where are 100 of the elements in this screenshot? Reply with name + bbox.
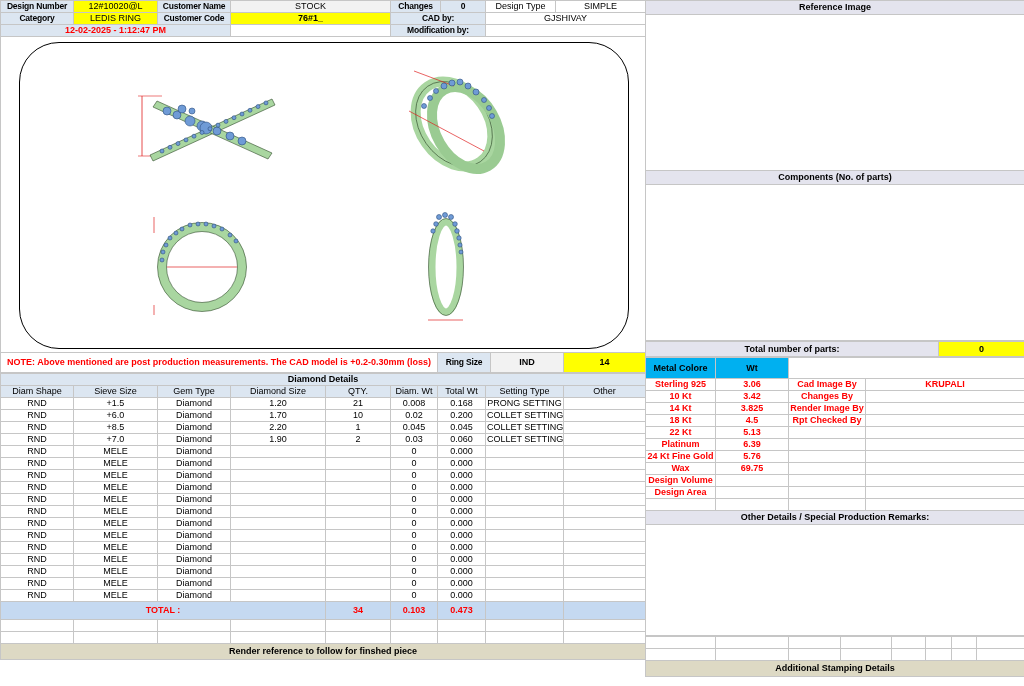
table-cell: COLLET SETTING xyxy=(485,421,564,434)
table-cell: 0 xyxy=(390,577,438,590)
table-cell: 10 xyxy=(325,409,391,422)
metal-weight: 5.13 xyxy=(715,426,789,439)
total-label: Total number of parts: xyxy=(645,341,939,357)
table-cell: 0.045 xyxy=(390,421,438,434)
credit-label: Changes By xyxy=(788,390,866,403)
table-cell: RND xyxy=(0,433,74,446)
table-cell: Diamond xyxy=(157,565,231,578)
metal-weight: 4.5 xyxy=(715,414,789,427)
table-cell: RND xyxy=(0,553,74,566)
table-cell: 0 xyxy=(390,505,438,518)
table-cell: Diamond xyxy=(157,397,231,410)
table-cell: PRONG SETTING xyxy=(485,397,564,410)
metal-name: 10 Kt xyxy=(645,390,716,403)
table-cell: MELE xyxy=(73,565,158,578)
table-cell: RND xyxy=(0,517,74,530)
credit-label: Render Image By xyxy=(788,402,866,415)
table-cell: Diamond xyxy=(157,553,231,566)
table-cell: MELE xyxy=(73,529,158,542)
table-cell: RND xyxy=(0,577,74,590)
table-cell: 0.000 xyxy=(437,469,486,482)
metal-name: 14 Kt xyxy=(645,402,716,415)
section-title: Reference Image xyxy=(645,0,1024,15)
table-cell: 0 xyxy=(390,445,438,458)
table-cell: 0 xyxy=(390,469,438,482)
table-cell: Diamond xyxy=(157,445,231,458)
table-cell: 0 xyxy=(390,529,438,542)
table-cell: RND xyxy=(0,421,74,434)
table-cell: Diamond xyxy=(157,589,231,602)
table-cell: Diamond xyxy=(157,517,231,530)
field-label: Design Type xyxy=(485,0,556,13)
table-cell: +8.5 xyxy=(73,421,158,434)
table-cell: 0.000 xyxy=(437,445,486,458)
table-cell: 2 xyxy=(325,433,391,446)
table-cell: Diamond xyxy=(157,529,231,542)
table-cell: 0.000 xyxy=(437,577,486,590)
table-cell: Diamond xyxy=(157,421,231,434)
metal-weight: 6.39 xyxy=(715,438,789,451)
table-cell: MELE xyxy=(73,445,158,458)
table-cell: RND xyxy=(0,481,74,494)
field-label: Design Number xyxy=(0,0,74,13)
table-cell: 0.060 xyxy=(437,433,486,446)
table-cell: 0 xyxy=(390,481,438,494)
table-cell: MELE xyxy=(73,577,158,590)
metal-weight: 3.825 xyxy=(715,402,789,415)
table-cell: MELE xyxy=(73,481,158,494)
total-value: 0 xyxy=(938,341,1024,357)
table-cell: 0 xyxy=(390,457,438,470)
table-cell: 0.03 xyxy=(390,433,438,446)
field-value: STOCK xyxy=(230,0,391,13)
metal-weight: 3.06 xyxy=(715,378,789,391)
table-cell: 0.000 xyxy=(437,505,486,518)
credit-label: Cad Image By xyxy=(788,378,866,391)
table-cell: Diamond xyxy=(157,481,231,494)
table-cell: 0 xyxy=(390,493,438,506)
metal-weight: 3.42 xyxy=(715,390,789,403)
table-cell: COLLET SETTING xyxy=(485,409,564,422)
table-cell: RND xyxy=(0,589,74,602)
table-cell: 0.000 xyxy=(437,493,486,506)
field-label: Ring Size xyxy=(437,352,491,373)
metal-name: 22 Kt xyxy=(645,426,716,439)
table-cell: MELE xyxy=(73,469,158,482)
metal-name: 18 Kt xyxy=(645,414,716,427)
table-cell: +7.0 xyxy=(73,433,158,446)
column-header: Wt xyxy=(715,357,789,379)
table-cell: MELE xyxy=(73,553,158,566)
table-cell: +6.0 xyxy=(73,409,158,422)
metal-weight: 5.76 xyxy=(715,450,789,463)
credit-label: Rpt Checked By xyxy=(788,414,866,427)
table-cell: MELE xyxy=(73,493,158,506)
table-cell: COLLET SETTING xyxy=(485,433,564,446)
credit-value: KRUPALI xyxy=(865,378,1024,391)
table-cell: RND xyxy=(0,529,74,542)
table-cell: MELE xyxy=(73,589,158,602)
table-cell: RND xyxy=(0,541,74,554)
table-cell: 0.02 xyxy=(390,409,438,422)
table-cell: RND xyxy=(0,397,74,410)
field-value: 12#10020@L xyxy=(73,0,158,13)
table-cell: Diamond xyxy=(157,433,231,446)
table-cell: 1 xyxy=(325,421,391,434)
table-cell: 0 xyxy=(390,589,438,602)
table-cell: MELE xyxy=(73,541,158,554)
table-cell: 0 xyxy=(390,541,438,554)
table-cell: 0.000 xyxy=(437,565,486,578)
table-cell: 0 xyxy=(390,553,438,566)
table-cell: 0.000 xyxy=(437,541,486,554)
table-cell: 1.90 xyxy=(230,433,326,446)
note-text: NOTE: Above mentioned are post production measurements. The CAD model is +0.2-0.30mm (loss) xyxy=(0,352,438,373)
table-cell: 0.008 xyxy=(390,397,438,410)
field-value: GJSHIVAY xyxy=(485,12,646,25)
table-cell: RND xyxy=(0,445,74,458)
table-cell: MELE xyxy=(73,517,158,530)
table-cell: Diamond xyxy=(157,577,231,590)
table-cell: 0.000 xyxy=(437,481,486,494)
metal-name: Design Volume xyxy=(645,474,716,487)
metal-name: Sterling 925 xyxy=(645,378,716,391)
table-cell: Diamond xyxy=(157,493,231,506)
metal-name: Platinum xyxy=(645,438,716,451)
table-cell: Diamond xyxy=(157,469,231,482)
